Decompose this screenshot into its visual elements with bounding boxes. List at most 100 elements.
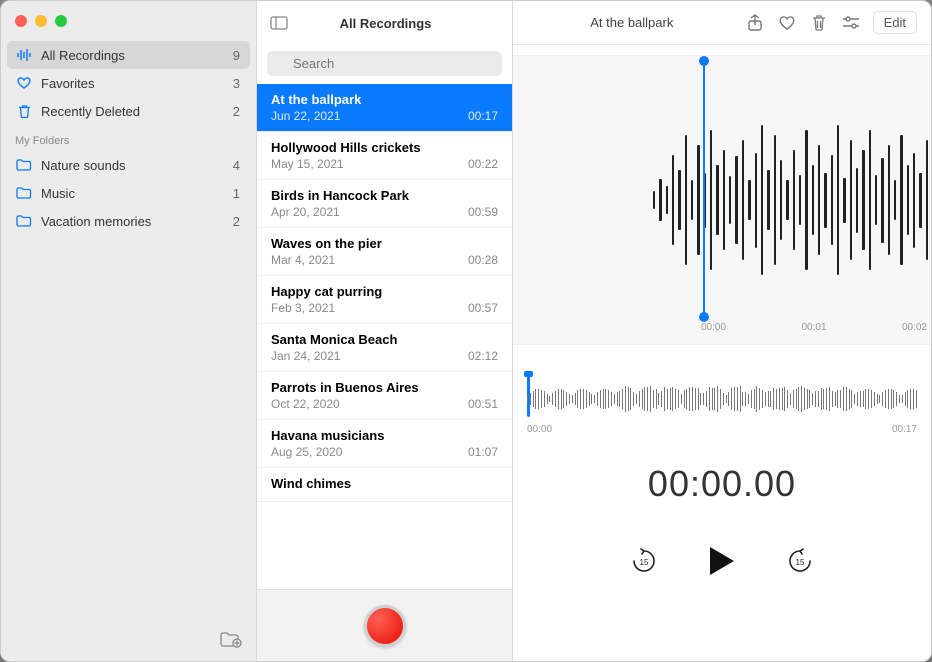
voice-memos-window: All Recordings9Favorites3Recently Delete… — [0, 0, 932, 662]
middle-header: All Recordings — [257, 1, 512, 45]
sidebar-item-label: Vacation memories — [41, 214, 233, 229]
sidebar-item-count: 2 — [233, 214, 240, 229]
recording-title: Hollywood Hills crickets — [271, 140, 498, 155]
recording-duration: 00:17 — [468, 109, 498, 123]
recording-duration: 00:22 — [468, 157, 498, 171]
tick-label: 00:01 — [801, 322, 826, 333]
playback-controls: 15 15 — [513, 543, 931, 579]
folder-icon — [15, 215, 33, 227]
detail-pane: At the ballpark Edit 00:00 00:01 00:02 — [513, 1, 931, 661]
record-button[interactable] — [364, 605, 406, 647]
detail-toolbar: At the ballpark Edit — [513, 1, 931, 45]
new-folder-button[interactable] — [220, 632, 242, 648]
skip-back-15-button[interactable]: 15 — [628, 545, 660, 577]
recording-title: At the ballpark — [271, 92, 498, 107]
sidebar-folder-music[interactable]: Music1 — [1, 179, 256, 207]
waveform-zoomed[interactable]: 00:00 00:01 00:02 — [513, 55, 931, 345]
window-controls — [1, 1, 256, 37]
sidebar-item-label: Nature sounds — [41, 158, 233, 173]
recordings-column: All Recordings At the ballpark Jun 22, 20… — [257, 1, 513, 661]
zoom-window-button[interactable] — [55, 15, 67, 27]
recording-duration: 01:07 — [468, 445, 498, 459]
recording-title: Santa Monica Beach — [271, 332, 498, 347]
share-button[interactable] — [741, 9, 769, 37]
recording-duration: 00:59 — [468, 205, 498, 219]
recording-title: Waves on the pier — [271, 236, 498, 251]
tick-label: 00:02 — [902, 322, 927, 333]
recording-date: Oct 22, 2020 — [271, 397, 340, 411]
heart-icon — [15, 76, 33, 90]
recording-date: Jun 22, 2021 — [271, 109, 340, 123]
options-button[interactable] — [837, 9, 865, 37]
sidebar-folder-vacation-memories[interactable]: Vacation memories2 — [1, 207, 256, 235]
sidebar-item-all-recordings[interactable]: All Recordings9 — [7, 41, 250, 69]
recording-duration: 00:28 — [468, 253, 498, 267]
overview-end-label: 00:17 — [892, 424, 917, 435]
recording-duration: 00:51 — [468, 397, 498, 411]
detail-title: At the ballpark — [527, 15, 737, 30]
recording-date: Apr 20, 2021 — [271, 205, 340, 219]
sidebar-folder-nature-sounds[interactable]: Nature sounds4 — [1, 151, 256, 179]
recording-title: Happy cat purring — [271, 284, 498, 299]
close-window-button[interactable] — [15, 15, 27, 27]
minimize-window-button[interactable] — [35, 15, 47, 27]
waveform-overview[interactable]: 00:00 00:17 — [527, 375, 917, 435]
recording-title: Wind chimes — [271, 476, 498, 491]
waveform-icon — [15, 49, 33, 61]
play-button[interactable] — [704, 543, 740, 579]
sidebar-item-label: All Recordings — [41, 48, 233, 63]
my-folders-header: My Folders — [1, 125, 256, 151]
search-input[interactable] — [267, 51, 502, 76]
waveform-zoomed-bars — [653, 86, 931, 314]
recording-item[interactable]: Birds in Hancock Park Apr 20, 2021 00:59 — [257, 180, 512, 228]
sidebar-item-label: Recently Deleted — [41, 104, 233, 119]
search-wrap — [257, 45, 512, 84]
sidebar-footer — [1, 619, 256, 661]
recording-item[interactable]: Havana musicians Aug 25, 2020 01:07 — [257, 420, 512, 468]
recording-date: Feb 3, 2021 — [271, 301, 335, 315]
recording-duration: 00:57 — [468, 301, 498, 315]
delete-button[interactable] — [805, 9, 833, 37]
overview-start-label: 00:00 — [527, 424, 552, 435]
time-ruler: 00:00 00:01 00:02 — [513, 322, 931, 344]
recording-item[interactable]: At the ballpark Jun 22, 2021 00:17 — [257, 84, 512, 132]
folder-icon — [15, 159, 33, 171]
recording-title: Parrots in Buenos Aires — [271, 380, 498, 395]
recording-item[interactable]: Happy cat purring Feb 3, 2021 00:57 — [257, 276, 512, 324]
sidebar-item-label: Favorites — [41, 76, 233, 91]
recording-item[interactable]: Hollywood Hills crickets May 15, 2021 00:2… — [257, 132, 512, 180]
recording-date: Jan 24, 2021 — [271, 349, 340, 363]
playhead[interactable] — [703, 62, 705, 316]
edit-button[interactable]: Edit — [873, 11, 917, 34]
svg-text:15: 15 — [640, 558, 649, 567]
folder-icon — [15, 187, 33, 199]
sidebar-item-recently-deleted[interactable]: Recently Deleted2 — [1, 97, 256, 125]
waveform-overview-bars — [527, 383, 917, 415]
recording-item[interactable]: Parrots in Buenos Aires Oct 22, 2020 00:51 — [257, 372, 512, 420]
recording-item[interactable]: Wind chimes — [257, 468, 512, 502]
sidebar-item-label: Music — [41, 186, 233, 201]
sidebar-item-count: 1 — [233, 186, 240, 201]
sidebar: All Recordings9Favorites3Recently Delete… — [1, 1, 257, 661]
trash-icon — [15, 104, 33, 119]
recording-item[interactable]: Waves on the pier Mar 4, 2021 00:28 — [257, 228, 512, 276]
recording-title: Havana musicians — [271, 428, 498, 443]
tick-label: 00:00 — [701, 322, 726, 333]
sidebar-item-favorites[interactable]: Favorites3 — [1, 69, 256, 97]
recording-date: May 15, 2021 — [271, 157, 344, 171]
time-display: 00:00.00 — [513, 463, 931, 505]
favorite-button[interactable] — [773, 9, 801, 37]
recording-duration: 02:12 — [468, 349, 498, 363]
skip-forward-15-button[interactable]: 15 — [784, 545, 816, 577]
recording-date: Aug 25, 2020 — [271, 445, 342, 459]
sidebar-list: All Recordings9Favorites3Recently Delete… — [1, 37, 256, 619]
recordings-list: At the ballpark Jun 22, 2021 00:17 Hollywoo… — [257, 84, 512, 589]
svg-text:15: 15 — [796, 558, 805, 567]
sidebar-item-count: 2 — [233, 104, 240, 119]
recording-item[interactable]: Santa Monica Beach Jan 24, 2021 02:12 — [257, 324, 512, 372]
sidebar-item-count: 4 — [233, 158, 240, 173]
recording-date: Mar 4, 2021 — [271, 253, 335, 267]
record-bar — [257, 589, 512, 661]
sidebar-item-count: 3 — [233, 76, 240, 91]
recording-title: Birds in Hancock Park — [271, 188, 498, 203]
